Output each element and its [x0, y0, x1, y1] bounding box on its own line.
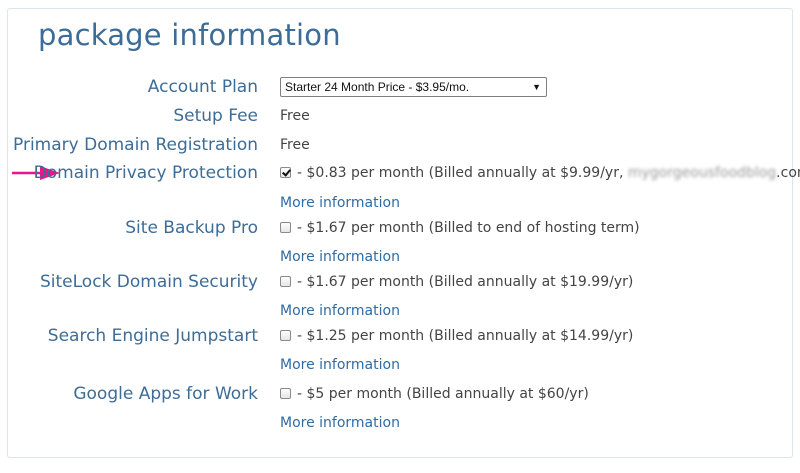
primary-domain-label: Primary Domain Registration	[13, 135, 258, 155]
addon-option: - $1.25 per month (Billed annually at $1…	[280, 324, 633, 348]
sitelock-checkbox[interactable]	[280, 276, 291, 287]
addon-row-search-engine: Search Engine Jumpstart - $1.25 per mont…	[0, 324, 800, 348]
setup-fee-label: Setup Fee	[173, 106, 258, 126]
google-apps-checkbox[interactable]	[280, 388, 291, 399]
addon-row-google-apps: Google Apps for Work - $5 per month (Bil…	[0, 382, 800, 406]
domain-privacy-checkbox[interactable]	[280, 167, 291, 178]
setup-fee-value: Free	[280, 108, 310, 124]
more-information-link[interactable]: More information	[280, 355, 400, 375]
account-plan-row: Account Plan Starter 24 Month Price - $3…	[0, 75, 800, 99]
more-information-link[interactable]: More information	[280, 301, 400, 321]
account-plan-label: Account Plan	[147, 77, 258, 97]
blurred-domain: mygorgeousfoodblog	[627, 165, 777, 181]
addon-price-text: - $1.67 per month (Billed annually at $1…	[297, 274, 634, 290]
domain-suffix: .com)	[776, 165, 800, 181]
addon-label: SiteLock Domain Security	[40, 272, 258, 292]
addon-price-text: - $1.25 per month (Billed annually at $1…	[297, 328, 634, 344]
addon-price-text: - $0.83 per month (Billed annually at $9…	[297, 165, 624, 181]
dropdown-arrow-icon: ▼	[532, 82, 541, 92]
more-information-link[interactable]: More information	[280, 247, 400, 267]
addon-row-sitelock: SiteLock Domain Security - $1.67 per mon…	[0, 270, 800, 294]
more-information-link[interactable]: More information	[280, 193, 400, 213]
primary-domain-row: Primary Domain Registration Free	[0, 133, 800, 157]
addon-price-text: - $1.67 per month (Billed to end of host…	[297, 220, 640, 236]
addon-option: - $1.67 per month (Billed annually at $1…	[280, 270, 633, 294]
addon-option: - $5 per month (Billed annually at $60/y…	[280, 382, 589, 406]
search-engine-checkbox[interactable]	[280, 330, 291, 341]
addon-label: Search Engine Jumpstart	[47, 326, 258, 346]
addon-option: - $1.67 per month (Billed to end of host…	[280, 216, 640, 240]
more-information-link[interactable]: More information	[280, 413, 400, 433]
addon-row-domain-privacy: Domain Privacy Protection - $0.83 per mo…	[0, 161, 800, 185]
account-plan-select[interactable]: Starter 24 Month Price - $3.95/mo. ▼	[280, 77, 547, 97]
addon-label: Site Backup Pro	[125, 218, 258, 238]
addon-label: Google Apps for Work	[73, 384, 258, 404]
addon-row-site-backup: Site Backup Pro - $1.67 per month (Bille…	[0, 216, 800, 240]
page-title: package information	[38, 18, 341, 52]
addon-label: Domain Privacy Protection	[33, 163, 258, 183]
setup-fee-row: Setup Fee Free	[0, 104, 800, 128]
site-backup-checkbox[interactable]	[280, 222, 291, 233]
primary-domain-value: Free	[280, 137, 310, 153]
addon-price-text: - $5 per month (Billed annually at $60/y…	[297, 386, 589, 402]
addon-option: - $0.83 per month (Billed annually at $9…	[280, 161, 800, 185]
account-plan-selected-value: Starter 24 Month Price - $3.95/mo.	[285, 80, 470, 94]
